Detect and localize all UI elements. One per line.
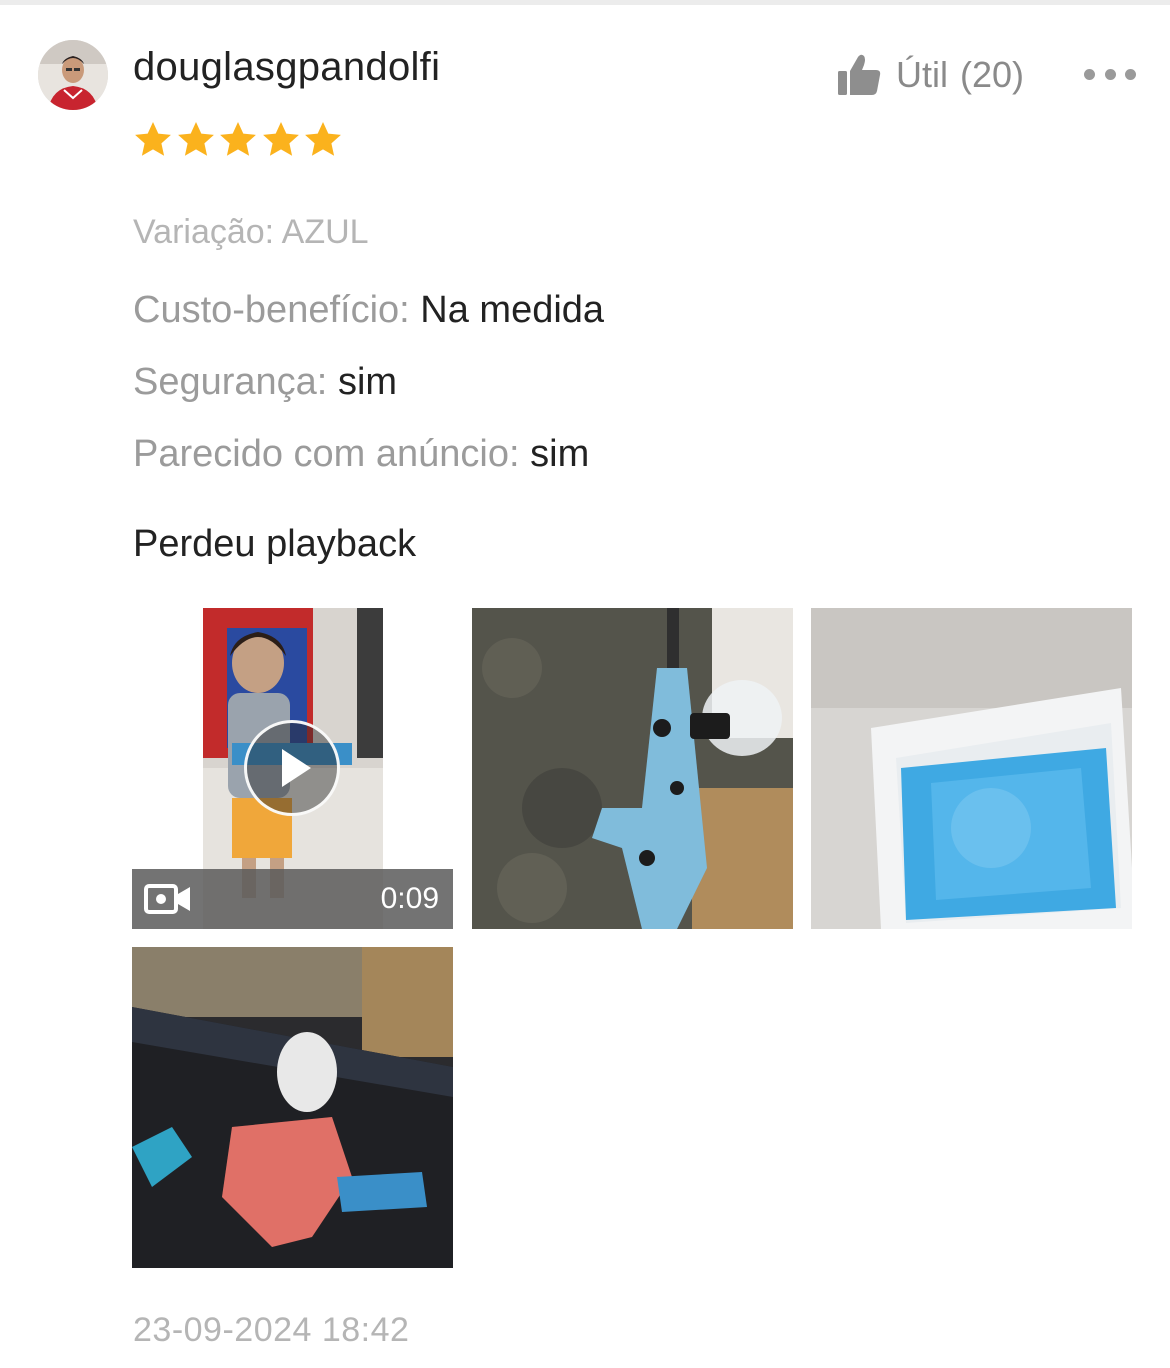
star-icon [220, 122, 256, 156]
review-video-thumbnail[interactable]: 0:09 [132, 608, 453, 929]
review-text: Perdeu playback [133, 523, 417, 565]
video-camera-icon [144, 884, 190, 914]
top-divider [0, 0, 1170, 5]
review-timestamp: 23-09-2024 18:42 [133, 1311, 410, 1349]
attribute-label: Parecido com anúncio: [133, 433, 520, 475]
attribute-label: Segurança: [133, 361, 328, 403]
review-photo[interactable] [811, 608, 1132, 929]
attribute-row: Segurança: sim [133, 358, 397, 406]
attribute-label: Custo-benefício: [133, 289, 410, 331]
star-icon [262, 122, 299, 156]
video-info-bar: 0:09 [132, 869, 453, 929]
rating-stars [133, 120, 346, 160]
username[interactable]: douglasgpandolfi [133, 42, 440, 92]
video-duration: 0:09 [380, 882, 439, 915]
attribute-value: sim [337, 361, 398, 403]
helpful-button[interactable]: Útil (20) [836, 50, 1024, 100]
helpful-count: (20) [960, 54, 1025, 95]
review-photo[interactable] [132, 947, 453, 1268]
attribute-value: Na medida [420, 289, 605, 331]
star-icon [305, 122, 341, 156]
attribute-value: sim [530, 433, 590, 475]
thumbs-up-icon [838, 54, 881, 95]
star-icon [177, 122, 214, 156]
more-icon[interactable] [1084, 62, 1136, 86]
variation-label: Variação: AZUL [133, 213, 369, 251]
attribute-row: Custo-benefício: Na medida [133, 286, 604, 334]
play-icon[interactable] [244, 720, 340, 816]
attribute-row: Parecido com anúncio: sim [133, 430, 589, 478]
review-photo[interactable] [472, 608, 793, 929]
helpful-label: Útil [896, 54, 948, 95]
avatar[interactable] [38, 40, 108, 110]
star-icon [135, 122, 171, 156]
